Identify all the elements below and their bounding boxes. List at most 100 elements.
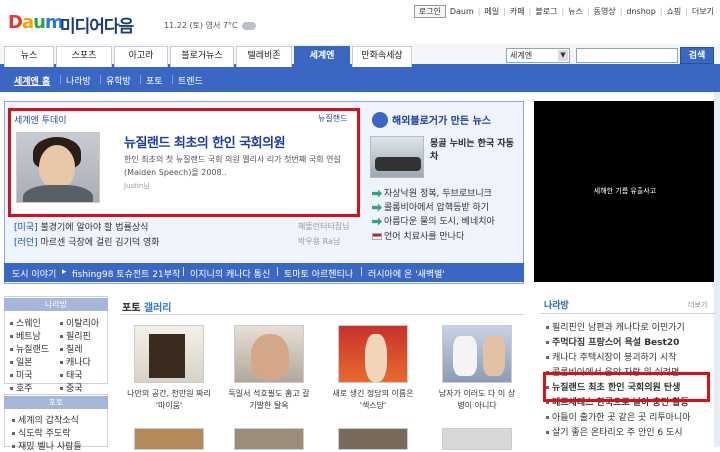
gallery-thumb[interactable] [134,325,204,383]
link-text[interactable]: 불경기에 알아야 할 법률상식 [40,223,148,233]
subnav-study[interactable]: 유학방 [106,74,131,87]
site-name[interactable]: 미디어다음 [60,12,134,37]
gallery-thumb[interactable] [338,325,408,383]
flag-icon [372,233,382,240]
toplink-news[interactable]: 뉴스 [568,6,583,17]
news-item[interactable]: 주먹다짐 프랑스어 욕설 Best20 [546,335,679,348]
country-link[interactable]: 미국 [10,368,33,381]
more-link[interactable]: 더보기 [688,300,707,310]
blog-head: 해외블로거가 만든 뉴스 [392,116,491,127]
news-item[interactable]: 살기 좋은 온타리오 주 안인 6 도시 [546,425,683,438]
login-button[interactable]: 로그인 [413,5,446,18]
story-item[interactable]: fishing98 토슈전트 21부작 [72,267,180,280]
today-link-2[interactable]: [러던] 마르센 극장에 걸린 김기덕 영화 [14,235,160,248]
story-bar: 도시 이야기 ▸ fishing98 토슈전트 21부작 | 이지니의 캐나다 … [4,263,524,282]
gallery-caption[interactable]: 독일서 석호필도 홈고 갈 기발한 탈옥 [227,388,311,412]
country-link[interactable]: 뉴질랜드 [10,342,49,355]
toplink-cafe[interactable]: 카페 [510,6,525,17]
tab-sports[interactable]: 스포츠 [56,46,112,67]
video-player[interactable]: 세해한 기름 유출사고 [534,101,716,282]
story-item[interactable]: 이지니의 캐나다 통신 [190,267,270,280]
gallery-caption[interactable]: 새로 생긴 정당의 이름은 '섹스당' [331,388,415,412]
arrow-icon [372,203,382,212]
tab-news[interactable]: 뉴스 [4,46,54,67]
blog-item[interactable]: 아름다운 물의 도시, 베네치아 [372,214,495,227]
country-link[interactable]: 태국 [60,368,83,381]
search-category-value: 세계엔 [510,51,533,60]
subnav-nara[interactable]: 나라방 [66,74,91,87]
tab-comics[interactable]: 만화속세상 [352,46,412,67]
sub-nav: 세계엔 홈 나라방 유학방 포토 트렌드 [0,67,720,92]
today-link-1[interactable]: [미국] 불경기에 알아야 할 법률상식 [14,220,148,233]
blog-item[interactable]: 언어 치료사를 만나다 [372,229,464,242]
news-right-head: 나라방 [544,301,569,311]
link-text[interactable]: 마르센 극장에 걸린 김기덕 영화 [40,238,159,248]
today-description[interactable]: 한인 최초의 첫 뉴질랜드 국회 의원 멜리사 리가 첫번째 국회 연설(Mai… [124,153,350,179]
search-button[interactable]: 검색 [680,47,714,64]
gallery-thumb[interactable] [442,325,512,383]
link-tag: [러던] [14,238,38,248]
photo-link[interactable]: 세계의 갑작소식 [12,413,79,426]
main-nav: 뉴스 스포츠 아고라 블로거뉴스 텔레비존 세계엔 만화속세상 세계엔 ▼ 검색 [0,44,720,67]
gallery-thumb[interactable] [234,325,304,383]
date-text: 11.22 (토) [164,21,204,30]
search-input[interactable] [576,48,678,63]
tab-television[interactable]: 텔레비존 [236,46,292,67]
date-weather: 11.22 (토) 영서 7°C [164,20,257,31]
subnav-photo[interactable]: 포토 [146,74,163,87]
today-byline: Justin님 [124,182,150,190]
video-caption: 세해한 기름 유출사고 [593,187,657,195]
link-source: 해뜰런터터집님 [298,222,350,231]
tab-agora[interactable]: 아고라 [114,46,168,67]
today-photo[interactable] [16,132,100,203]
news-item[interactable]: 필리핀인 남편과 캐나다로 이민가기 [546,320,685,333]
toplink-shopping[interactable]: 쇼핑 [666,6,681,17]
gallery-head: 포토 갤러리 [122,303,172,314]
toplink-daum[interactable]: Daum [450,7,474,16]
country-link[interactable]: 호주 [10,381,33,394]
today-headline[interactable]: 뉴질랜드 최초의 한인 국회의원 [124,132,286,151]
toplink-video[interactable]: 동영상 [594,6,616,17]
gallery-caption[interactable]: 남자가 이러도 다 이 상 병이 아니다 [435,388,519,412]
story-item[interactable]: 토마토 아르헨티나 [284,267,353,280]
search-category-select[interactable]: 세계엔 ▼ [506,48,570,63]
blog-photo[interactable] [370,136,424,178]
news-item[interactable]: 아들이 출가한 곳 같은 곳 리투아니아 [546,410,691,423]
toplink-dnshop[interactable]: dnshop [626,7,655,16]
country-link[interactable]: 일본 [10,355,33,368]
blog-item[interactable]: 자상낙원 정복, 두브로브니크 [372,186,492,199]
photo-link[interactable]: 재밌 벨나 사람들 [12,439,82,452]
story-item[interactable]: 러시아에 온 '새벽별' [368,267,445,280]
news-highlight [543,372,710,402]
toplink-blog[interactable]: 블로그 [535,6,557,17]
arrow-icon [372,189,382,198]
country-link[interactable]: 칠레 [60,342,83,355]
gallery-caption[interactable]: 나만의 공간, 천만원 짜리 '마이움' [127,388,211,412]
top-header: Daum 미디어다음 11.22 (토) 영서 7°C 로그인 Daum | 메일… [0,0,720,44]
link-source: 박우용 Ra님 [298,237,341,246]
country-link[interactable]: 중국 [60,381,83,394]
tab-bloggernews[interactable]: 블로거뉴스 [170,46,234,67]
chevron-down-icon: ▼ [558,50,568,61]
photo-link[interactable]: 식도락 주도락 [12,426,71,439]
blogger-icon [372,112,388,128]
daum-logo[interactable]: Daum [8,12,64,33]
blog-item[interactable]: 콜롬비아에서 압핵등받 하기 [372,200,489,213]
blog-title[interactable]: 몽골 누비는 한국 자동차 [430,138,520,164]
subnav-home[interactable]: 세계엔 홈 [14,74,50,87]
toplink-mail[interactable]: 메일 [485,6,500,17]
country-link[interactable]: 스웨인 [10,316,41,329]
story-label: 도시 이야기 [12,270,57,280]
country-link[interactable]: 필리핀 [60,329,91,342]
country-link[interactable]: 베트남 [10,329,41,342]
tab-segyen[interactable]: 세계엔 [294,46,350,67]
today-country[interactable]: 뉴질랜드 [318,113,347,124]
news-right-divider [540,313,716,314]
country-link[interactable]: 캐나다 [60,355,91,368]
link-tag: [미국] [14,223,38,233]
toplink-more[interactable]: 더보기 [692,6,714,17]
news-item[interactable]: 캐나다 주택시장이 붕괴하기 시작 [546,350,677,363]
top-links: 로그인 Daum | 메일 | 카페 | 블로그 | 뉴스 | 동영상 | dnshop | … [413,5,714,18]
country-link[interactable]: 이탈리아 [60,316,99,329]
subnav-trend[interactable]: 트렌드 [178,74,203,87]
